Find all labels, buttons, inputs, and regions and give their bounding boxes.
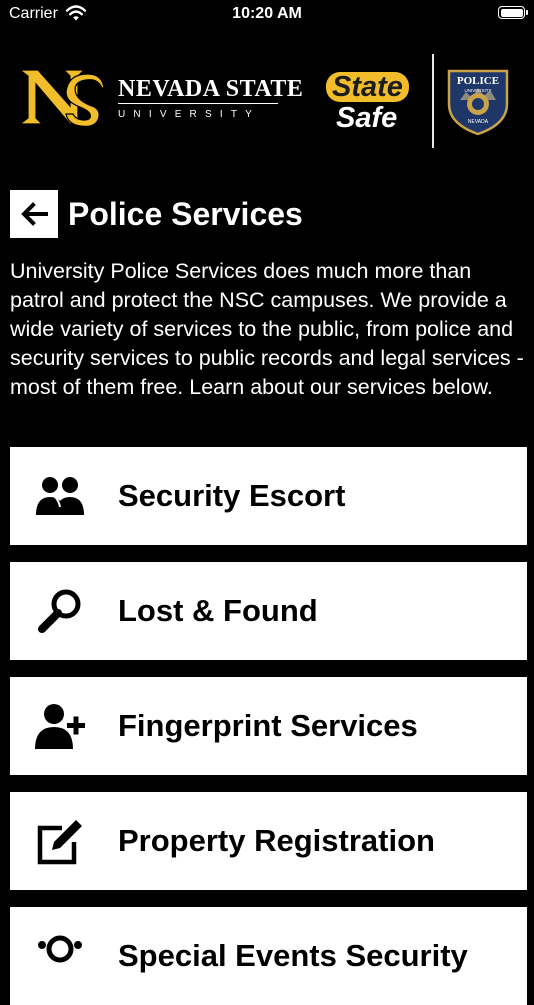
service-label: Security Escort [118,478,346,513]
nsu-monogram-logo [18,69,104,127]
clock: 10:20 AM [232,5,302,22]
statesafe-logo: State Safe [322,70,418,134]
page-title: Police Services [68,196,303,232]
header-divider [432,54,434,148]
university-subtitle: UNIVERSITY [118,109,261,120]
badge-text-police: POLICE [457,75,499,87]
badge-text-nevada: NEVADA [468,119,489,125]
battery-icon [498,6,528,19]
service-card-fingerprint-services[interactable]: Fingerprint Services [10,677,527,775]
back-button[interactable] [10,190,58,238]
edit-icon [37,820,82,865]
service-label: Special Events Security [118,938,468,973]
statesafe-word-state: State [326,72,409,102]
badge-text-university: UNIVERSITY [464,88,491,93]
intro-text: University Police Services does much mor… [10,259,524,399]
university-name: NEVADA STATE [118,76,304,102]
service-card-special-events-security[interactable]: Special Events Security [10,907,527,1005]
service-label: Property Registration [118,823,435,858]
service-label: Lost & Found [118,593,318,628]
service-card-property-registration[interactable]: Property Registration [10,792,527,890]
police-shield-icon: POLICE UNIVERSITY NEVADA [447,69,509,136]
magnifier-icon [38,589,81,633]
statesafe-word-safe: Safe [336,102,398,134]
service-card-lost-found[interactable]: Lost & Found [10,562,527,660]
arrow-left-icon [21,202,48,226]
users-icon [36,477,84,515]
service-label: Fingerprint Services [118,708,418,743]
police-badge: POLICE UNIVERSITY NEVADA [446,68,510,136]
event-icon [38,935,82,963]
university-name-rule [118,103,278,104]
service-card-security-escort[interactable]: Security Escort [10,447,527,545]
status-bar: Carrier 10:20 AM [0,0,534,28]
user-plus-icon [35,704,85,749]
